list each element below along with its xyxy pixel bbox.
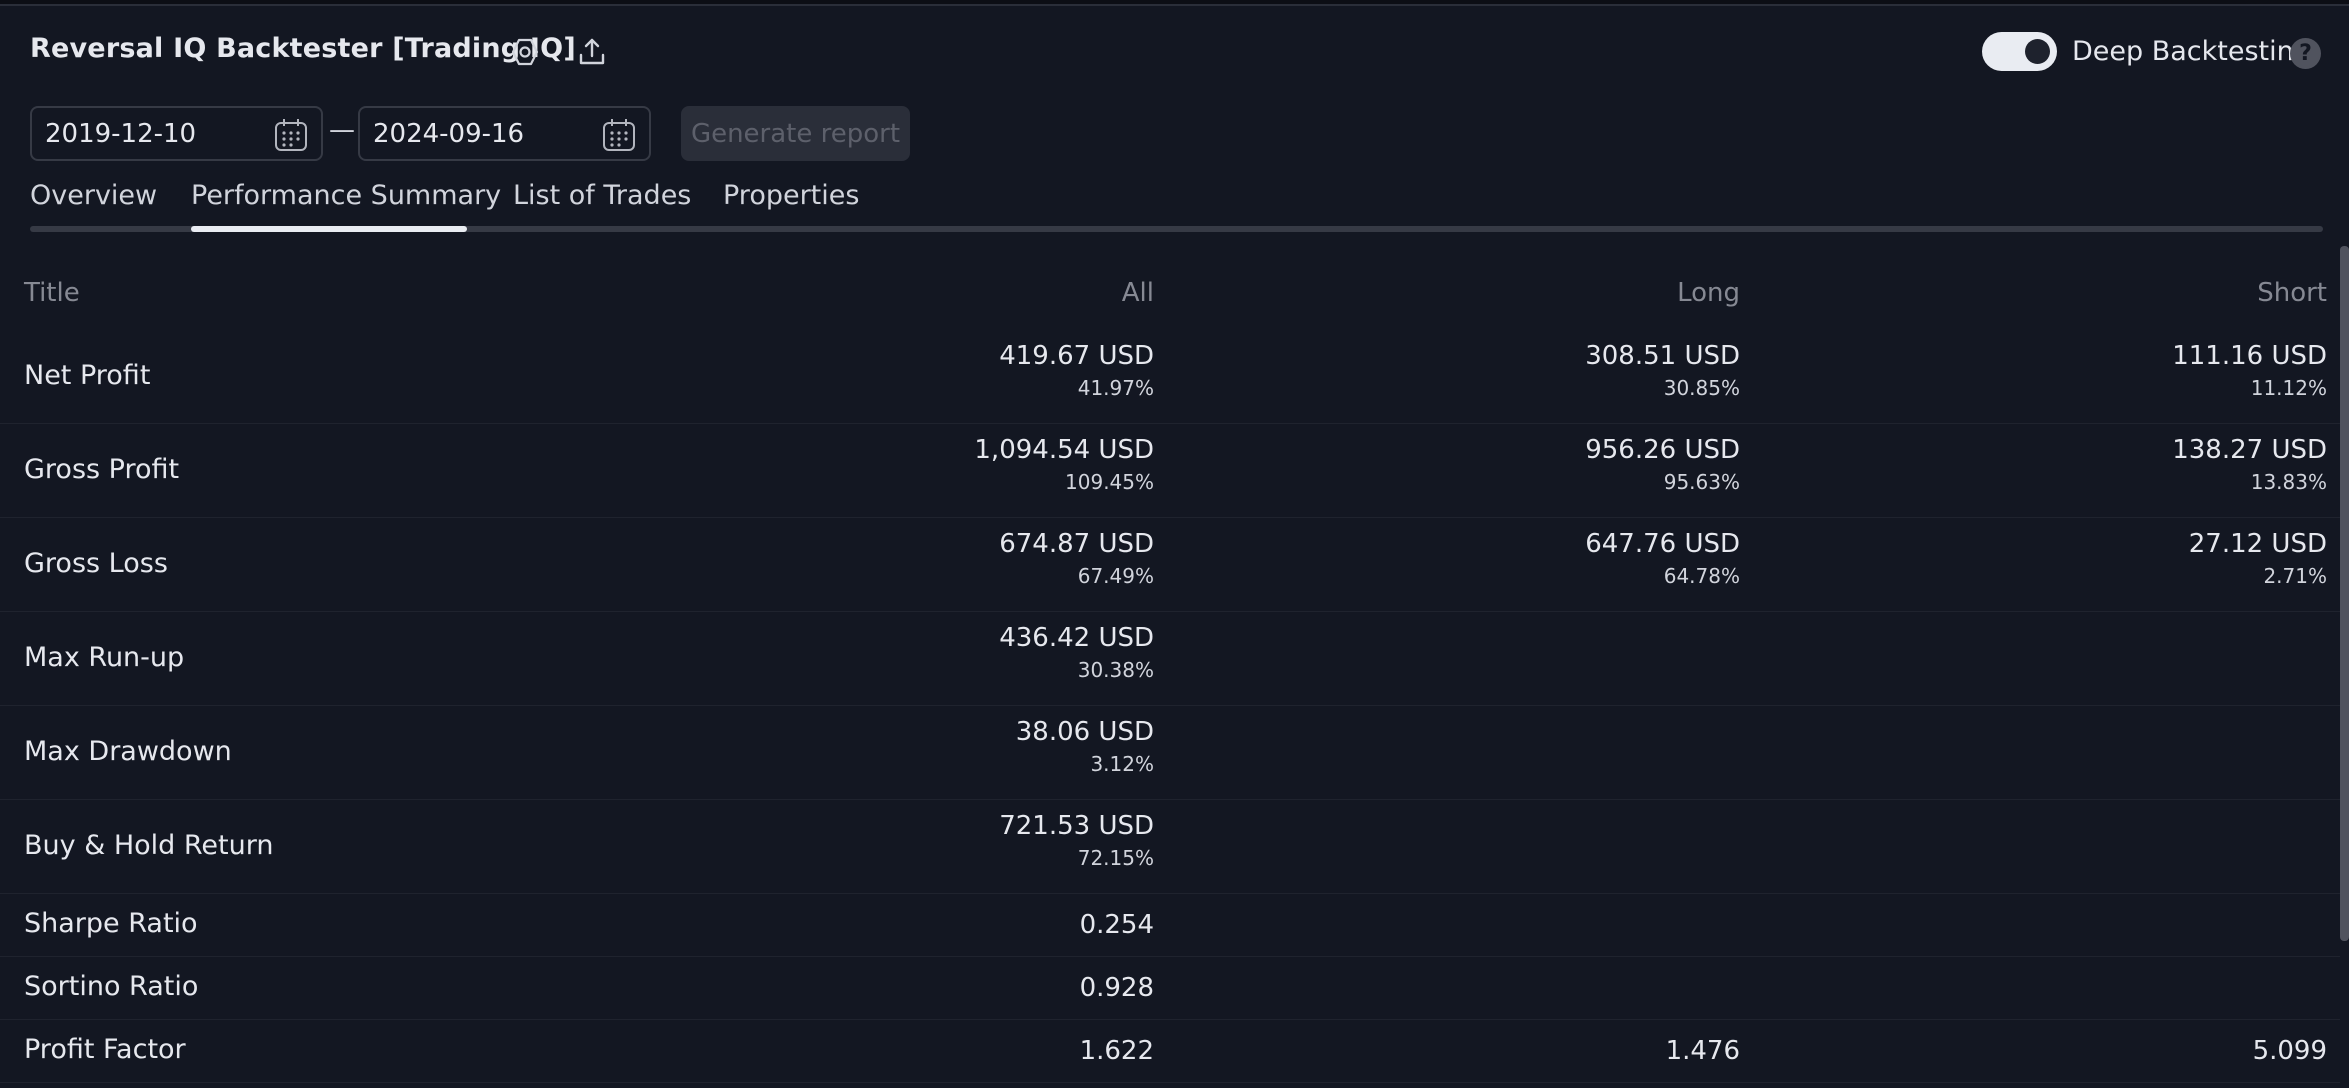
settings-button[interactable]	[505, 32, 545, 72]
row-title: Net Profit	[24, 360, 151, 391]
hexagon-settings-icon	[511, 38, 539, 66]
deep-backtesting-toggle[interactable]	[1982, 32, 2057, 71]
cell-percent: 30.38%	[1077, 658, 1154, 682]
cell-long: 956.26 USD 95.63%	[1585, 433, 1740, 497]
cell-value: 956.26 USD	[1585, 435, 1740, 465]
cell-all: 1.622	[1080, 1034, 1154, 1068]
table-row: Max Drawdown 38.06 USD 3.12%	[0, 706, 2340, 800]
table-row: Buy & Hold Return 721.53 USD 72.15%	[0, 800, 2340, 894]
tab-list-of-trades[interactable]: List of Trades	[513, 180, 691, 211]
export-upload-icon	[579, 38, 605, 65]
cell-percent: 30.85%	[1663, 376, 1740, 400]
cell-long: 647.76 USD 64.78%	[1585, 527, 1740, 591]
cell-value: 0.254	[1079, 910, 1154, 940]
performance-table: Title All Long Short Net Profit 419.67 U…	[0, 262, 2340, 1083]
cell-percent: 67.49%	[1077, 564, 1154, 588]
row-title: Buy & Hold Return	[24, 830, 274, 861]
help-icon[interactable]: ?	[2290, 38, 2321, 69]
table-row: Sortino Ratio 0.928	[0, 957, 2340, 1020]
generate-report-button[interactable]: Generate report	[681, 106, 910, 161]
cell-percent: 13.83%	[2250, 470, 2327, 494]
table-header: Title All Long Short	[0, 262, 2340, 330]
end-date-field[interactable]: 2024-09-16	[358, 106, 651, 161]
table-row: Gross Loss 674.87 USD 67.49% 647.76 USD …	[0, 518, 2340, 612]
cell-all: 1,094.54 USD 109.45%	[974, 433, 1154, 497]
cell-short: 27.12 USD 2.71%	[2189, 527, 2327, 591]
cell-value: 138.27 USD	[2172, 435, 2327, 465]
cell-all: 721.53 USD 72.15%	[999, 809, 1154, 873]
cell-all: 436.42 USD 30.38%	[999, 621, 1154, 685]
export-button[interactable]	[572, 32, 612, 72]
start-date-value: 2019-12-10	[45, 119, 197, 149]
column-header-short: Short	[2257, 278, 2327, 308]
cell-percent: 109.45%	[1065, 470, 1154, 494]
tab-properties[interactable]: Properties	[723, 180, 859, 211]
cell-value: 0.928	[1079, 973, 1154, 1003]
cell-long: 1.476	[1666, 1034, 1740, 1068]
cell-long: 308.51 USD 30.85%	[1585, 339, 1740, 403]
tab-active-indicator	[191, 226, 467, 232]
cell-percent: 72.15%	[1077, 846, 1154, 870]
cell-all: 38.06 USD 3.12%	[1016, 715, 1154, 779]
calendar-icon[interactable]	[273, 117, 309, 153]
cell-short: 111.16 USD 11.12%	[2172, 339, 2327, 403]
top-divider	[0, 0, 2349, 6]
row-title: Sharpe Ratio	[24, 908, 198, 939]
cell-percent: 41.97%	[1077, 376, 1154, 400]
cell-value: 674.87 USD	[999, 529, 1154, 559]
cell-value: 419.67 USD	[999, 341, 1154, 371]
row-title: Gross Profit	[24, 454, 180, 485]
row-title: Gross Loss	[24, 548, 168, 579]
cell-value: 1.622	[1079, 1036, 1154, 1066]
cell-value: 436.42 USD	[999, 623, 1154, 653]
column-header-long: Long	[1677, 278, 1740, 308]
cell-value: 647.76 USD	[1585, 529, 1740, 559]
row-title: Max Drawdown	[24, 736, 232, 767]
cell-percent: 3.12%	[1090, 752, 1154, 776]
date-range-separator: —	[329, 115, 355, 145]
cell-all: 0.254	[1080, 908, 1154, 942]
cell-value: 721.53 USD	[999, 811, 1154, 841]
column-header-all: All	[1121, 278, 1154, 308]
row-title: Profit Factor	[24, 1034, 186, 1065]
tab-bar: Overview Performance Summary List of Tra…	[30, 180, 2323, 232]
table-row: Net Profit 419.67 USD 41.97% 308.51 USD …	[0, 330, 2340, 424]
row-title: Max Run-up	[24, 642, 185, 673]
cell-all: 419.67 USD 41.97%	[999, 339, 1154, 403]
end-date-value: 2024-09-16	[373, 119, 525, 149]
cell-value: 1.476	[1665, 1036, 1740, 1066]
cell-percent: 64.78%	[1663, 564, 1740, 588]
table-row: Gross Profit 1,094.54 USD 109.45% 956.26…	[0, 424, 2340, 518]
calendar-icon[interactable]	[601, 117, 637, 153]
table-row: Max Run-up 436.42 USD 30.38%	[0, 612, 2340, 706]
row-title: Sortino Ratio	[24, 971, 199, 1002]
vertical-scrollbar[interactable]	[2340, 246, 2349, 941]
start-date-field[interactable]: 2019-12-10	[30, 106, 323, 161]
tab-performance-summary[interactable]: Performance Summary	[191, 180, 501, 211]
cell-all: 0.928	[1080, 971, 1154, 1005]
column-header-title: Title	[24, 278, 80, 308]
cell-value: 5.099	[2252, 1036, 2327, 1066]
cell-percent: 2.71%	[2263, 564, 2327, 588]
cell-value: 111.16 USD	[2172, 341, 2327, 371]
toggle-knob	[2025, 39, 2050, 64]
table-row: Profit Factor 1.622 1.476 5.099	[0, 1020, 2340, 1083]
strategy-title: Reversal IQ Backtester [Trading IQ]	[30, 33, 576, 64]
table-row: Sharpe Ratio 0.254	[0, 894, 2340, 957]
cell-all: 674.87 USD 67.49%	[999, 527, 1154, 591]
deep-backtesting-label: Deep Backtesting	[2072, 36, 2311, 67]
cell-short: 5.099	[2253, 1034, 2327, 1068]
cell-percent: 11.12%	[2250, 376, 2327, 400]
cell-value: 27.12 USD	[2188, 529, 2327, 559]
cell-value: 1,094.54 USD	[974, 435, 1154, 465]
tab-overview[interactable]: Overview	[30, 180, 157, 211]
cell-short: 138.27 USD 13.83%	[2172, 433, 2327, 497]
cell-percent: 95.63%	[1663, 470, 1740, 494]
cell-value: 38.06 USD	[1015, 717, 1154, 747]
cell-value: 308.51 USD	[1585, 341, 1740, 371]
